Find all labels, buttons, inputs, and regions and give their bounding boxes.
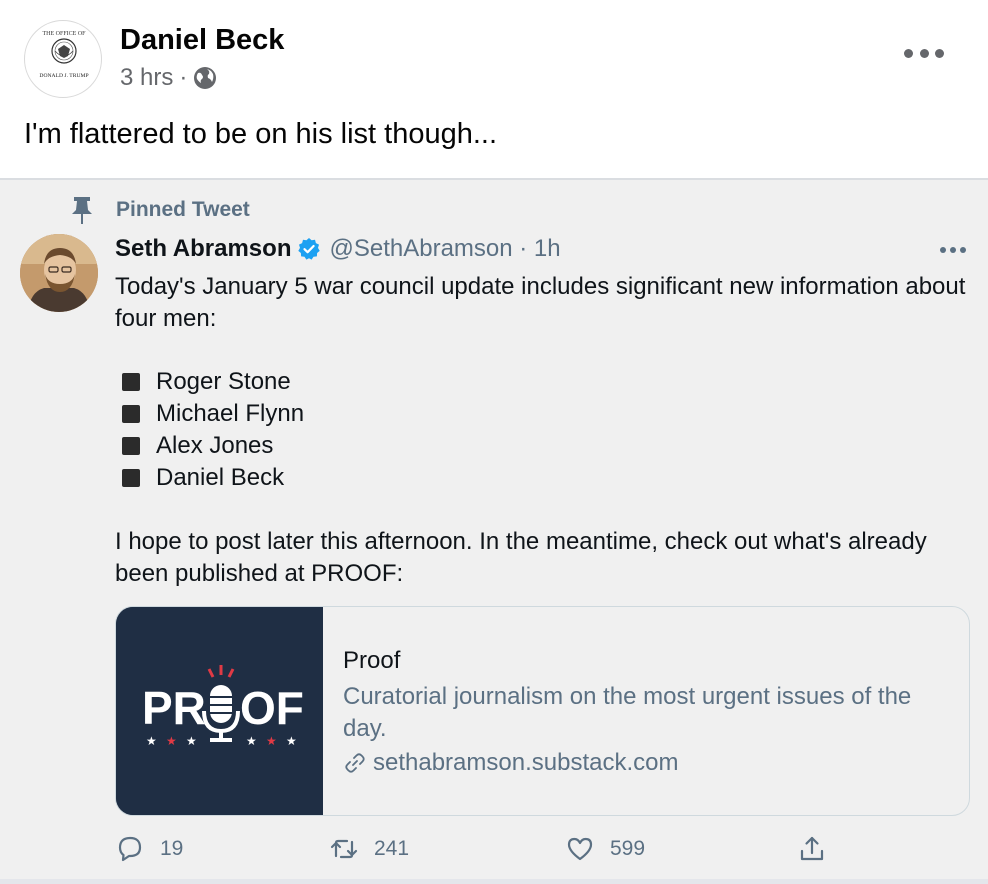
list-item: Daniel Beck bbox=[122, 462, 304, 494]
reply-count: 19 bbox=[160, 837, 184, 860]
retweet-button[interactable]: 241 bbox=[330, 835, 409, 863]
bullet-square-icon bbox=[122, 373, 140, 391]
reply-icon bbox=[118, 836, 142, 862]
like-count: 599 bbox=[610, 837, 646, 860]
svg-text:★: ★ bbox=[186, 734, 197, 748]
svg-text:★: ★ bbox=[166, 734, 177, 748]
svg-text:★: ★ bbox=[246, 734, 257, 748]
post-options-button[interactable] bbox=[904, 38, 944, 68]
bullet-square-icon bbox=[122, 437, 140, 455]
tweet-name-list: Roger Stone Michael Flynn Alex Jones Dan… bbox=[122, 366, 304, 494]
seal-top-text: THE OFFICE OF bbox=[42, 31, 86, 37]
logo-text-right: OF bbox=[240, 682, 304, 734]
meta-separator: · bbox=[179, 64, 188, 91]
post-header: THE OFFICE OF DONALD J. TRUMP Daniel Bec… bbox=[0, 0, 988, 110]
more-dot bbox=[904, 48, 913, 58]
post-text: I'm flattered to be on his list though..… bbox=[24, 118, 498, 150]
more-dot bbox=[960, 247, 966, 253]
proof-logo-image: PR OF ★ ★ ★ ★ ★ ★ bbox=[116, 607, 323, 815]
tweet-handle-time[interactable]: @SethAbramson · 1h bbox=[329, 235, 560, 263]
more-dot bbox=[940, 247, 946, 253]
list-item-text: Roger Stone bbox=[156, 368, 291, 395]
svg-text:★: ★ bbox=[266, 734, 277, 748]
like-button[interactable]: 599 bbox=[566, 835, 645, 863]
pin-icon bbox=[72, 197, 92, 224]
svg-text:★: ★ bbox=[146, 734, 157, 748]
more-dot bbox=[935, 48, 944, 58]
tweet-author-line: Seth Abramson @SethAbramson · 1h bbox=[115, 235, 561, 263]
card-url[interactable]: sethabramson.substack.com bbox=[343, 749, 678, 777]
tweet-text-outro: I hope to post later this afternoon. In … bbox=[115, 528, 927, 587]
link-preview-card[interactable]: PR OF ★ ★ ★ ★ ★ ★ Proof Curatorial journ… bbox=[115, 606, 970, 816]
reply-button[interactable]: 19 bbox=[116, 835, 183, 863]
verified-badge-icon bbox=[298, 238, 321, 260]
author-name[interactable]: Daniel Beck bbox=[120, 24, 284, 57]
more-dot bbox=[919, 48, 929, 58]
profile-photo bbox=[20, 234, 98, 312]
post-timestamp[interactable]: 3 hrs bbox=[120, 64, 173, 92]
embedded-tweet[interactable]: Pinned Tweet Seth Abramson @SethAbramson… bbox=[0, 180, 988, 884]
list-item: Michael Flynn bbox=[122, 398, 304, 430]
card-title: Proof bbox=[343, 647, 401, 674]
logo-text-left: PR bbox=[142, 682, 206, 734]
presidential-seal-icon: THE OFFICE OF DONALD J. TRUMP bbox=[28, 24, 100, 96]
retweet-count: 241 bbox=[374, 837, 410, 860]
more-dot bbox=[950, 247, 956, 253]
seal-bottom-text: DONALD J. TRUMP bbox=[39, 73, 88, 79]
retweet-icon bbox=[330, 839, 358, 859]
tweet-author-avatar[interactable] bbox=[20, 234, 98, 312]
list-item: Alex Jones bbox=[122, 430, 304, 462]
link-icon bbox=[345, 753, 365, 773]
list-item-text: Daniel Beck bbox=[156, 464, 285, 491]
heart-icon bbox=[567, 837, 593, 861]
bullet-square-icon bbox=[122, 405, 140, 423]
list-item: Roger Stone bbox=[122, 366, 304, 398]
svg-text:★: ★ bbox=[286, 734, 297, 748]
share-button[interactable] bbox=[798, 835, 842, 863]
pinned-tweet-label: Pinned Tweet bbox=[116, 198, 250, 221]
post-meta: 3 hrs · bbox=[120, 64, 217, 92]
bottom-divider bbox=[0, 879, 988, 884]
list-item-text: Michael Flynn bbox=[156, 400, 305, 427]
globe-icon[interactable] bbox=[193, 66, 217, 90]
proof-logo: PR OF ★ ★ ★ ★ ★ ★ bbox=[116, 607, 323, 815]
tweet-author-name[interactable]: Seth Abramson bbox=[115, 235, 291, 263]
card-description: Curatorial journalism on the most urgent… bbox=[343, 683, 912, 742]
author-avatar[interactable]: THE OFFICE OF DONALD J. TRUMP bbox=[24, 20, 102, 98]
card-url-text[interactable]: sethabramson.substack.com bbox=[373, 749, 678, 777]
bullet-square-icon bbox=[122, 469, 140, 487]
share-icon bbox=[800, 836, 824, 861]
list-item-text: Alex Jones bbox=[156, 432, 274, 459]
tweet-options-button[interactable] bbox=[940, 246, 966, 254]
tweet-text-intro: Today's January 5 war council update inc… bbox=[115, 273, 966, 332]
